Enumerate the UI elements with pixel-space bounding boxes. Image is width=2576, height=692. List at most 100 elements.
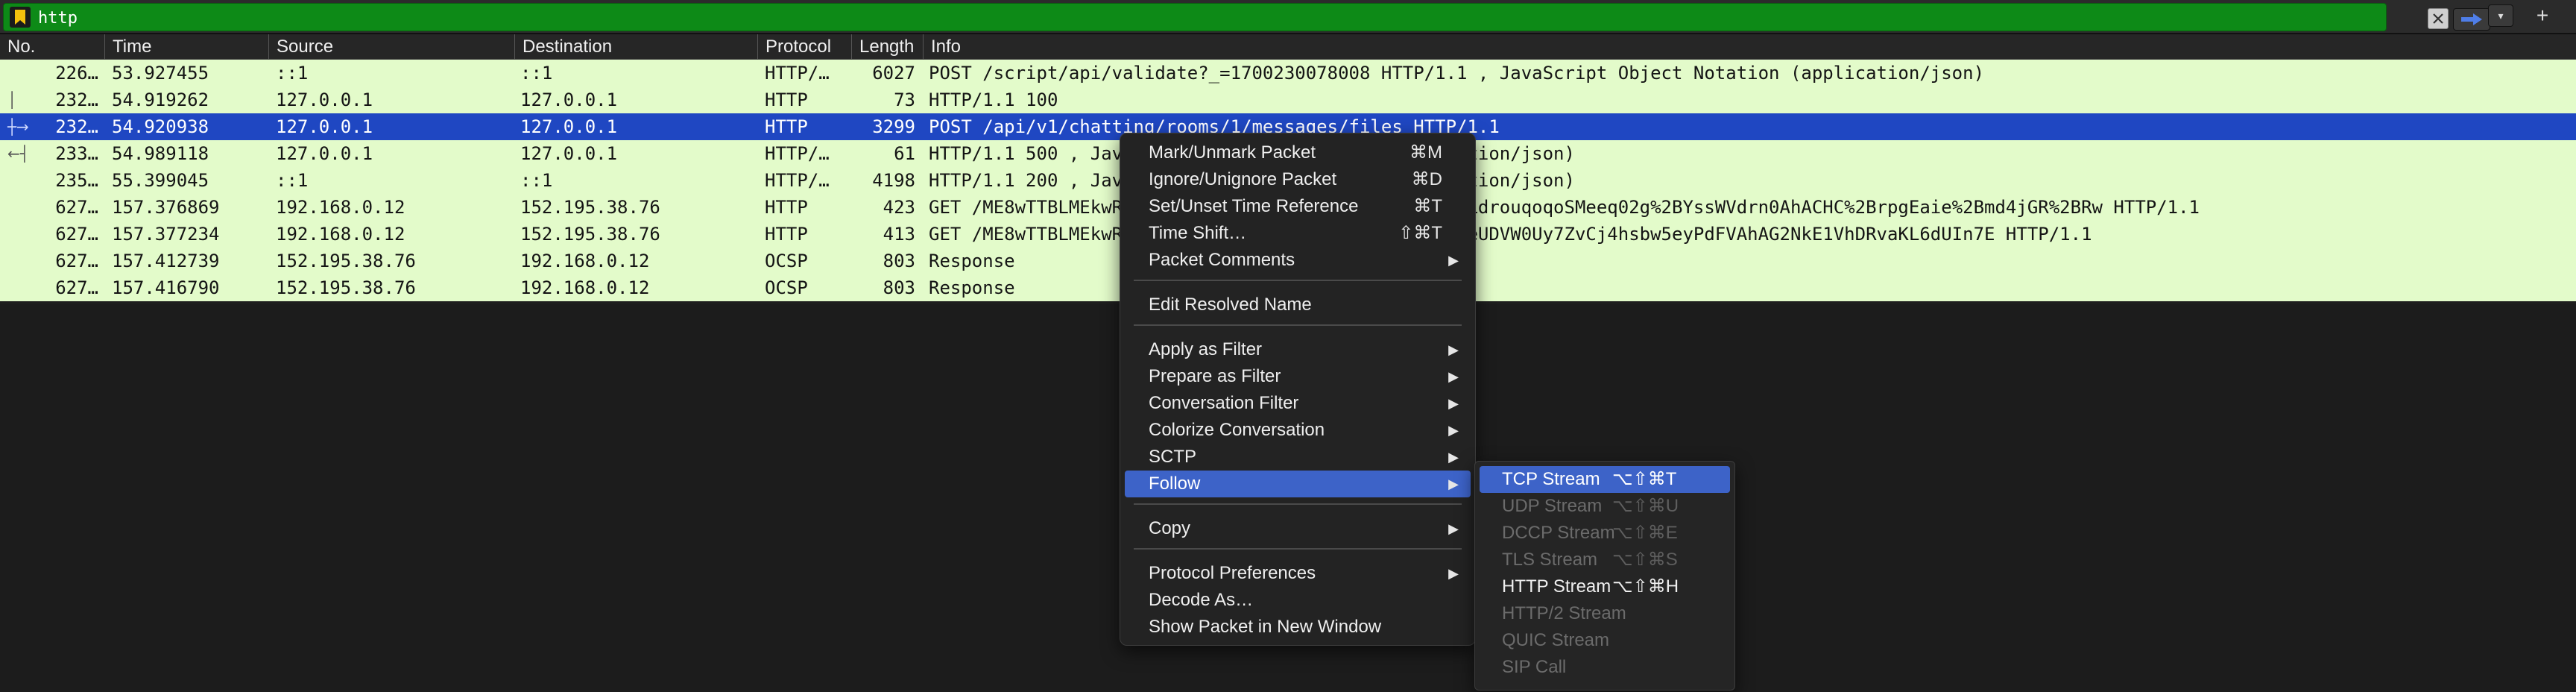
packet-cell-no: 232… <box>55 116 98 137</box>
submenu-arrow-icon: ▶ <box>1448 253 1459 268</box>
packet-cell-protocol: OCSP <box>765 251 808 271</box>
packet-cell-length: 61 <box>894 143 915 164</box>
menu-item-shortcut: ⇧⌘T <box>1398 223 1442 243</box>
menu-item-protocol-preferences[interactable]: Protocol Preferences ▶ <box>1125 560 1471 587</box>
menu-item-label: SCTP <box>1149 447 1197 467</box>
packet-cell-protocol: OCSP <box>765 277 808 298</box>
follow-item-udp-stream: UDP Stream ⌥⇧⌘U <box>1480 493 1730 520</box>
menu-item-sctp[interactable]: SCTP ▶ <box>1125 444 1471 471</box>
packet-cell-protocol: HTTP <box>765 116 808 137</box>
packet-cell-protocol: HTTP <box>765 197 808 218</box>
packet-cell-time: 54.920938 <box>112 116 209 137</box>
packet-row[interactable]: │ 232… 54.919262 127.0.0.1 127.0.0.1 HTTP 73 HT… <box>0 86 2576 113</box>
packet-cell-length: 6027 <box>872 63 915 84</box>
follow-item-label: UDP Stream <box>1502 496 1603 516</box>
packet-cell-length: 73 <box>894 89 915 110</box>
display-filter-input[interactable] <box>37 6 2335 30</box>
filter-bookmark-button[interactable] <box>10 7 31 28</box>
follow-item-label: HTTP Stream <box>1502 576 1611 597</box>
packet-cell-destination: 127.0.0.1 <box>520 89 618 110</box>
submenu-arrow-icon: ▶ <box>1448 423 1459 438</box>
menu-item-label: Protocol Preferences <box>1149 563 1316 583</box>
packet-cell-length: 3299 <box>872 116 915 137</box>
menu-item-conversation-filter[interactable]: Conversation Filter ▶ <box>1125 390 1471 417</box>
follow-item-quic-stream: QUIC Stream <box>1480 627 1730 654</box>
menu-item-decode-as[interactable]: Decode As… <box>1125 587 1471 614</box>
packet-row[interactable]: 226… 53.927455::1::1 HTTP/… 6027 POST /scrip… <box>0 60 2576 86</box>
follow-item-label: QUIC Stream <box>1502 630 1610 650</box>
follow-item-label: TLS Stream <box>1502 550 1598 570</box>
menu-item-label: Mark/Unmark Packet <box>1149 142 1316 163</box>
packet-cell-no: 226… <box>55 63 98 84</box>
menu-item-label: Ignore/Unignore Packet <box>1149 169 1337 189</box>
menu-item-set-unset-time-reference[interactable]: Set/Unset Time Reference ⌘T <box>1125 193 1471 220</box>
packet-cell-time: 53.927455 <box>112 63 209 84</box>
menu-item-label: Follow <box>1149 474 1201 494</box>
packet-cell-time: 157.412739 <box>112 251 220 271</box>
submenu-arrow-icon: ▶ <box>1448 369 1459 384</box>
menu-item-label: Apply as Filter <box>1149 339 1263 359</box>
menu-item-packet-comments[interactable]: Packet Comments ▶ <box>1125 247 1471 274</box>
packet-cell-destination: 192.168.0.12 <box>520 277 650 298</box>
menu-item-edit-resolved-name[interactable]: Edit Resolved Name <box>1125 292 1471 318</box>
packet-cell-destination: 192.168.0.12 <box>520 251 650 271</box>
menu-item-label: Copy <box>1149 518 1191 538</box>
submenu-arrow-icon: ▶ <box>1448 476 1459 491</box>
packet-cell-source: 127.0.0.1 <box>276 89 373 110</box>
menu-separator <box>1134 503 1462 505</box>
menu-item-apply-as-filter[interactable]: Apply as Filter ▶ <box>1125 336 1471 363</box>
follow-item-tcp-stream[interactable]: TCP Stream ⌥⇧⌘T <box>1480 466 1730 493</box>
follow-item-shortcut: ⌥⇧⌘H <box>1612 576 1679 597</box>
packet-cell-no: 627… <box>55 224 98 245</box>
menu-item-prepare-as-filter[interactable]: Prepare as Filter ▶ <box>1125 363 1471 390</box>
packet-cell-protocol: HTTP <box>765 89 808 110</box>
submenu-arrow-icon: ▶ <box>1448 396 1459 411</box>
menu-item-label: Colorize Conversation <box>1149 420 1325 440</box>
column-header-destination[interactable]: Destination <box>514 34 757 59</box>
submenu-arrow-icon: ▶ <box>1448 566 1459 581</box>
packet-cell-length: 803 <box>883 251 915 271</box>
packet-cell-protocol: HTTP/… <box>765 63 830 84</box>
column-header-length[interactable]: Length <box>851 34 923 59</box>
packet-cell-source: 192.168.0.12 <box>276 197 405 218</box>
packet-cell-source: 152.195.38.76 <box>276 251 416 271</box>
column-header-info[interactable]: Info <box>923 34 2576 59</box>
menu-item-ignore-unignore-packet[interactable]: Ignore/Unignore Packet ⌘D <box>1125 166 1471 193</box>
packet-cell-length: 803 <box>883 277 915 298</box>
packet-cell-time: 54.919262 <box>112 89 209 110</box>
follow-item-http-stream[interactable]: HTTP Stream ⌥⇧⌘H <box>1480 573 1730 600</box>
follow-item-dccp-stream: DCCP Stream ⌥⇧⌘E <box>1480 520 1730 547</box>
menu-item-shortcut: ⌘M <box>1409 142 1442 163</box>
clear-filter-button[interactable] <box>2428 8 2449 29</box>
menu-item-time-shift[interactable]: Time Shift… ⇧⌘T <box>1125 220 1471 247</box>
column-header-no[interactable]: No. <box>0 34 104 59</box>
menu-item-shortcut: ⌘D <box>1411 169 1442 189</box>
menu-item-mark-unmark-packet[interactable]: Mark/Unmark Packet ⌘M <box>1125 139 1471 166</box>
menu-item-shortcut: ⌘T <box>1413 196 1442 216</box>
follow-item-label: HTTP/2 Stream <box>1502 603 1626 623</box>
submenu-arrow-icon: ▶ <box>1448 342 1459 357</box>
packet-cell-length: 413 <box>883 224 915 245</box>
menu-item-copy[interactable]: Copy ▶ <box>1125 515 1471 542</box>
follow-item-label: TCP Stream <box>1502 469 1600 489</box>
menu-item-label: Packet Comments <box>1149 250 1295 270</box>
menu-item-follow[interactable]: Follow ▶ <box>1125 471 1471 497</box>
apply-filter-button[interactable] <box>2453 8 2490 31</box>
packet-cell-source: 127.0.0.1 <box>276 143 373 164</box>
packet-cell-destination: 127.0.0.1 <box>520 116 618 137</box>
column-header-source[interactable]: Source <box>268 34 514 59</box>
packet-cell-time: 157.377234 <box>112 224 220 245</box>
menu-item-show-packet-in-new-window[interactable]: Show Packet in New Window <box>1125 614 1471 641</box>
add-filter-button-button[interactable]: + <box>2528 4 2557 27</box>
menu-item-colorize-conversation[interactable]: Colorize Conversation ▶ <box>1125 417 1471 444</box>
column-header-protocol[interactable]: Protocol <box>757 34 851 59</box>
menu-item-label: Edit Resolved Name <box>1149 295 1312 315</box>
packet-cell-source: 152.195.38.76 <box>276 277 416 298</box>
packet-cell-source: 127.0.0.1 <box>276 116 373 137</box>
column-header-time[interactable]: Time <box>104 34 268 59</box>
menu-item-label: Decode As… <box>1149 590 1254 610</box>
follow-item-shortcut: ⌥⇧⌘S <box>1612 550 1678 570</box>
packet-cell-time: 157.376869 <box>112 197 220 218</box>
packet-cell-source: 192.168.0.12 <box>276 224 405 245</box>
recent-filters-dropdown[interactable]: ▾ <box>2488 4 2513 27</box>
